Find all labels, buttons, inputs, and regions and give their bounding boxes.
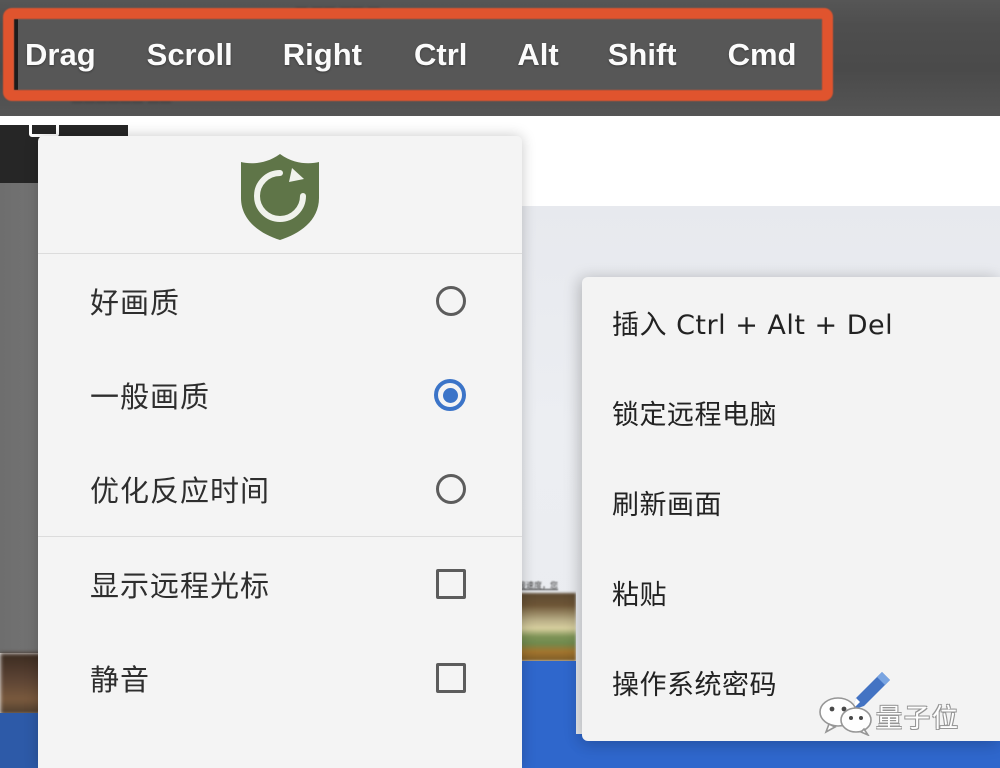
menu-item-label: 插入 Ctrl + Alt + Del [612, 309, 894, 341]
menu-item-optimize-latency[interactable]: 优化反应时间 [38, 442, 522, 536]
checkbox-off-icon [436, 663, 466, 693]
menu-item-os-password[interactable]: 操作系统密码 [582, 637, 1000, 727]
shield-refresh-icon [241, 154, 319, 240]
menu-item-mute[interactable]: 静音 [38, 631, 522, 725]
menu-item-label: 静音 [90, 663, 151, 697]
checkbox-mute[interactable] [436, 663, 466, 693]
radio-optimize-latency[interactable] [436, 474, 466, 504]
thumbnail-photo [518, 593, 576, 661]
menu-item-refresh-screen[interactable]: 刷新画面 [582, 457, 1000, 547]
menu-item-good-quality[interactable]: 好画质 [38, 254, 522, 348]
radio-off-icon [436, 286, 466, 316]
menu-item-label: 刷新画面 [612, 489, 722, 521]
remote-actions-menu: 插入 Ctrl + Alt + Del 锁定远程电脑 刷新画面 粘贴 操作系统密… [582, 277, 1000, 741]
quality-settings-menu: 好画质 一般画质 优化反应时间 显示远程光标 静音 [38, 136, 522, 768]
quality-option-group: 好画质 一般画质 优化反应时间 [38, 254, 522, 536]
thumbnail-blue-panel [518, 661, 576, 768]
menu-item-ctrl-alt-del[interactable]: 插入 Ctrl + Alt + Del [582, 277, 1000, 367]
menu-item-label: 粘贴 [612, 579, 667, 611]
menu-item-paste[interactable]: 粘贴 [582, 547, 1000, 637]
annotation-highlight-box [3, 8, 833, 101]
remote-control-toolbar: — —— —— — ———— —— —————— —— Drag Scroll … [0, 0, 1000, 116]
menu-item-label: 优化反应时间 [90, 474, 271, 508]
radio-good-quality[interactable] [436, 286, 466, 316]
checkbox-off-icon [436, 569, 466, 599]
menu-item-label: 好画质 [90, 286, 181, 320]
monitor-screen-shape [29, 118, 59, 137]
radio-normal-quality-selected[interactable] [434, 379, 466, 411]
thumbnail-caption: 接速度，您 [518, 581, 558, 590]
toggle-option-group: 显示远程光标 静音 [38, 537, 522, 725]
radio-off-icon [436, 474, 466, 504]
menu-header [38, 136, 522, 254]
background-thumbnail-column: 接速度，您 [518, 580, 576, 768]
menu-item-label: 锁定远程电脑 [612, 399, 777, 431]
menu-item-label: 操作系统密码 [612, 669, 777, 701]
checkbox-show-remote-cursor[interactable] [436, 569, 466, 599]
menu-item-show-remote-cursor[interactable]: 显示远程光标 [38, 537, 522, 631]
menu-item-lock-remote-computer[interactable]: 锁定远程电脑 [582, 367, 1000, 457]
menu-item-normal-quality[interactable]: 一般画质 [38, 348, 522, 442]
menu-item-label: 一般画质 [90, 380, 211, 414]
radio-on-icon [434, 379, 466, 411]
menu-item-label: 显示远程光标 [90, 569, 271, 603]
screenshot-root: 接速度，您 — —— —— — ———— —— —————— —— Drag S… [0, 0, 1000, 768]
radio-dot [442, 387, 458, 403]
